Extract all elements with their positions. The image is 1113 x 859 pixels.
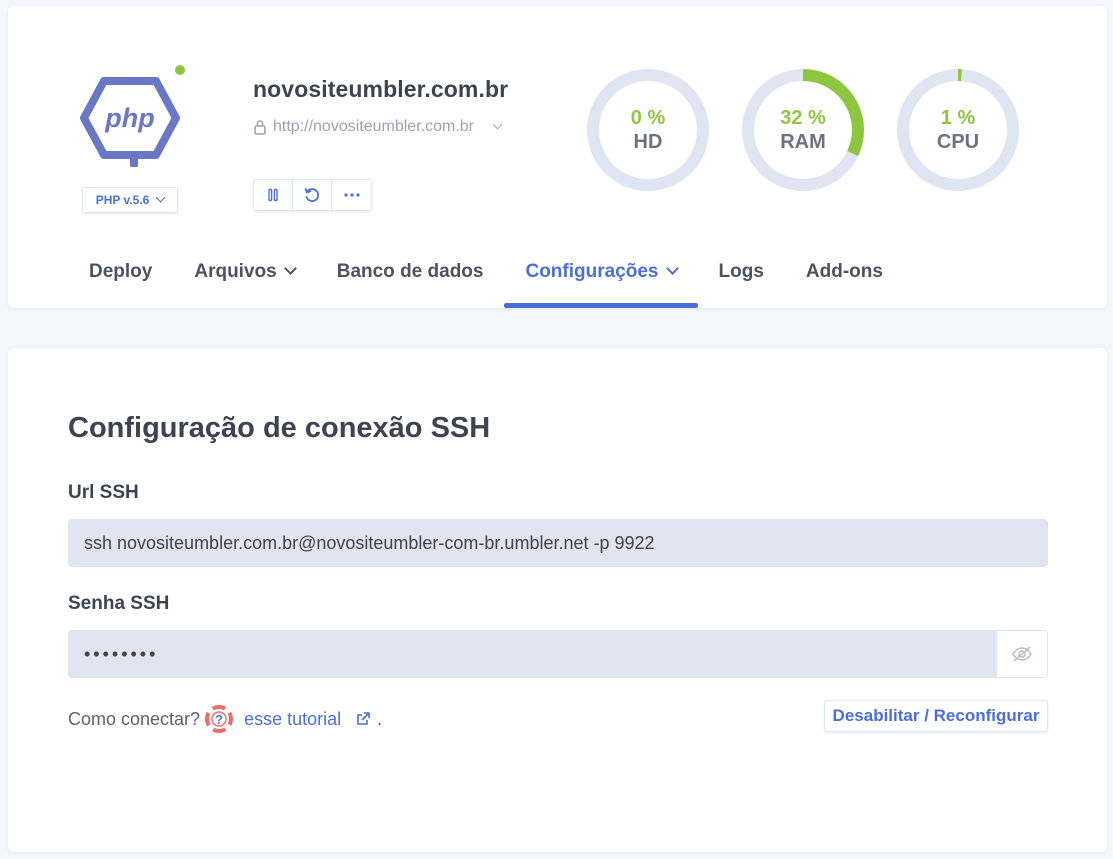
tab-configuracoes[interactable]: Configurações: [504, 254, 698, 308]
gauge-cpu: 1 % CPU: [895, 67, 1021, 193]
svg-text:?: ?: [215, 712, 223, 727]
help-text: Como conectar?: [68, 708, 201, 729]
site-tabs: Deploy Arquivos Banco de dados Configura…: [68, 254, 904, 308]
lifebuoy-icon: ?: [205, 705, 234, 733]
tab-configuracoes-label: Configurações: [525, 261, 659, 282]
site-url-text: http://novositeumbler.com.br: [273, 118, 474, 135]
gauge-cpu-value: 1 %: [940, 107, 976, 129]
ssh-url-label: Url SSH: [68, 482, 139, 503]
restart-icon: [304, 188, 320, 202]
chevron-down-icon: [665, 262, 679, 275]
gauge-ram-value: 32 %: [780, 107, 826, 129]
eye-slash-icon: [1012, 646, 1032, 662]
help-row: Como conectar? ? esse tutorial .: [68, 704, 382, 734]
gauge-hd: 0 % HD: [585, 67, 711, 193]
tab-banco-label: Banco de dados: [336, 261, 484, 282]
tab-arquivos[interactable]: Arquivos: [173, 254, 315, 308]
tab-deploy[interactable]: Deploy: [68, 254, 173, 308]
pause-button[interactable]: [254, 180, 293, 210]
chevron-down-icon: [492, 119, 503, 130]
chevron-down-icon: [155, 192, 166, 203]
gauge-ram: 32 % RAM: [740, 67, 866, 193]
chevron-down-icon: [283, 262, 297, 275]
disable-reconfigure-button[interactable]: Desabilitar / Reconfigurar: [824, 700, 1048, 732]
site-name: novositeumbler.com.br: [253, 76, 509, 102]
tab-add-ons-label: Add-ons: [805, 261, 883, 282]
status-indicator: [175, 65, 185, 75]
external-link-icon[interactable]: [355, 711, 371, 727]
ssh-password-label: Senha SSH: [68, 593, 170, 614]
ssh-config-card: Configuração de conexão SSH Url SSH ssh …: [8, 348, 1107, 852]
site-header-card: php PHP v.5.6 novositeumbler.com.br http…: [8, 6, 1107, 308]
tab-logs-label: Logs: [718, 261, 764, 282]
more-icon: [343, 193, 360, 197]
php-version-label: PHP v.5.6: [95, 193, 150, 207]
pause-icon: [268, 188, 278, 202]
ssh-url-value: ssh novositeumbler.com.br@novositeumbler…: [84, 532, 655, 553]
gauge-ram-label: RAM: [780, 131, 826, 153]
tutorial-link[interactable]: esse tutorial: [244, 709, 341, 730]
ssh-url-field[interactable]: ssh novositeumbler.com.br@novositeumbler…: [68, 519, 1048, 567]
site-url-dropdown[interactable]: http://novositeumbler.com.br: [253, 118, 503, 136]
tab-add-ons[interactable]: Add-ons: [785, 254, 904, 308]
gauge-hd-label: HD: [633, 131, 663, 153]
php-version-select[interactable]: PHP v.5.6: [82, 187, 178, 213]
tab-logs[interactable]: Logs: [698, 254, 785, 308]
site-actions: [253, 179, 372, 211]
toggle-password-visibility-button[interactable]: [996, 630, 1048, 678]
tab-banco-de-dados[interactable]: Banco de dados: [316, 254, 505, 308]
help-end: .: [377, 708, 383, 729]
ssh-password-field[interactable]: ••••••••: [68, 630, 1048, 678]
tab-arquivos-label: Arquivos: [194, 261, 277, 282]
tab-deploy-label: Deploy: [89, 261, 153, 282]
gauge-hd-value: 0 %: [630, 107, 666, 129]
php-logo-text: php: [104, 103, 154, 133]
gauge-cpu-label: CPU: [936, 131, 980, 153]
more-button[interactable]: [332, 180, 371, 210]
restart-button[interactable]: [293, 180, 332, 210]
lock-icon: [254, 120, 266, 135]
ssh-password-value: ••••••••: [84, 643, 159, 664]
php-logo: php: [80, 77, 180, 167]
section-title: Configuração de conexão SSH: [68, 412, 491, 444]
